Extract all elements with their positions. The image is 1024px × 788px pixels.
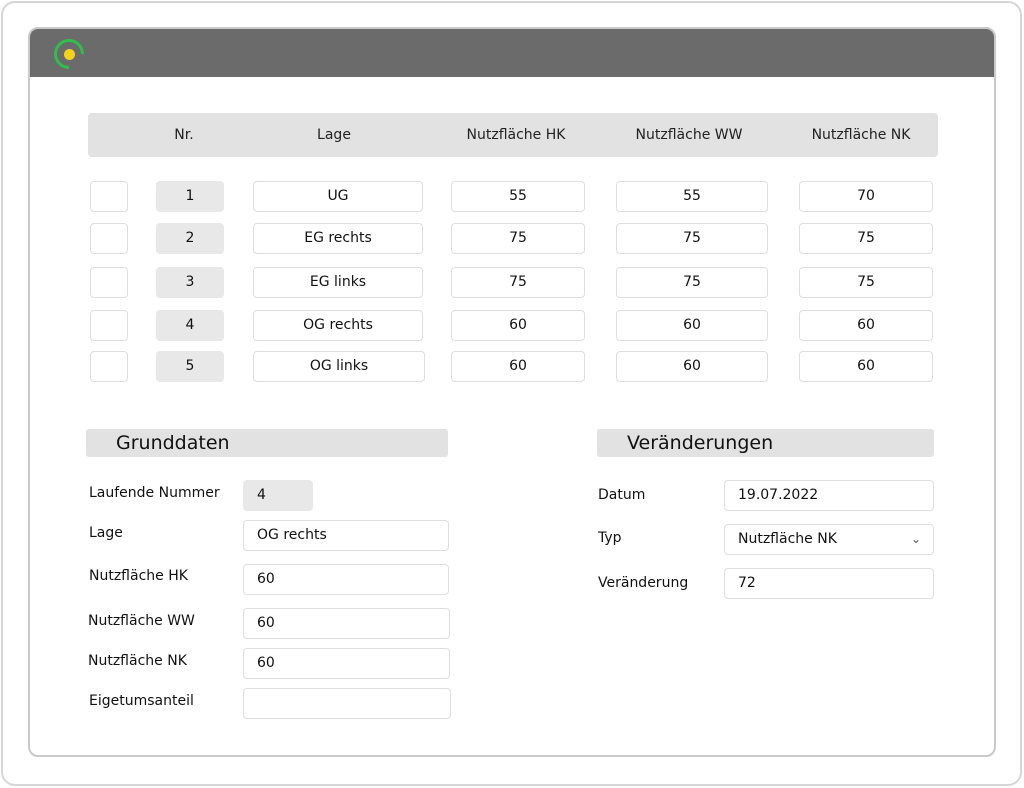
nutzflaeche-nk-field[interactable]: 60 [243, 648, 450, 679]
datum-field[interactable]: 19.07.2022 [724, 480, 934, 511]
row-nk[interactable]: 75 [799, 267, 933, 298]
row-lage[interactable]: OG links [253, 351, 425, 382]
laufende-nummer-field: 4 [243, 480, 313, 511]
column-header-select [88, 113, 128, 157]
row-select-checkbox[interactable] [90, 223, 128, 254]
veraenderung-field[interactable]: 72 [724, 568, 934, 599]
column-header-hk[interactable]: Nutzfläche HK [450, 113, 582, 157]
row-select-checkbox[interactable] [90, 267, 128, 298]
row-nr: 2 [156, 223, 224, 254]
row-hk[interactable]: 60 [451, 310, 585, 341]
nutzflaeche-nk-label: Nutzfläche NK [88, 653, 187, 669]
row-select-checkbox[interactable] [90, 351, 128, 382]
row-ww[interactable]: 75 [616, 223, 768, 254]
nutzflaeche-ww-label: Nutzfläche WW [88, 613, 195, 629]
row-ww[interactable]: 55 [616, 181, 768, 212]
eigentumsanteil-field[interactable] [243, 688, 451, 719]
eigentumsanteil-label: Eigetumsanteil [89, 693, 194, 709]
row-lage[interactable]: OG rechts [253, 310, 423, 341]
row-nk[interactable]: 75 [799, 223, 933, 254]
row-ww[interactable]: 75 [616, 267, 768, 298]
column-header-ww[interactable]: Nutzfläche WW [616, 113, 762, 157]
row-nr: 3 [156, 267, 224, 298]
datum-label: Datum [598, 487, 646, 503]
row-nr: 4 [156, 310, 224, 341]
column-header-lage[interactable]: Lage [254, 113, 414, 157]
row-lage[interactable]: UG [253, 181, 423, 212]
table-header: Nr. Lage Nutzfläche HK Nutzfläche WW Nut… [88, 113, 938, 157]
column-header-nr[interactable]: Nr. [154, 113, 214, 157]
logo-dot-icon [64, 49, 75, 60]
typ-select[interactable]: Nutzfläche NK ⌄ [724, 524, 934, 555]
row-nk[interactable]: 70 [799, 181, 933, 212]
row-nk[interactable]: 60 [799, 310, 933, 341]
nutzflaeche-hk-field[interactable]: 60 [243, 564, 449, 595]
nutzflaeche-hk-label: Nutzfläche HK [89, 568, 188, 584]
row-nk[interactable]: 60 [799, 351, 933, 382]
typ-label: Typ [598, 530, 622, 546]
row-hk[interactable]: 75 [451, 223, 585, 254]
row-lage[interactable]: EG links [253, 267, 423, 298]
veraenderungen-header: Veränderungen [597, 429, 934, 457]
row-hk[interactable]: 75 [451, 267, 585, 298]
veraenderung-label: Veränderung [598, 575, 689, 591]
titlebar [30, 29, 994, 77]
row-hk[interactable]: 55 [451, 181, 585, 212]
row-nr: 1 [156, 181, 224, 212]
app-window: Nr. Lage Nutzfläche HK Nutzfläche WW Nut… [28, 27, 996, 757]
lage-label: Lage [89, 525, 123, 541]
row-nr: 5 [156, 351, 224, 382]
row-select-checkbox[interactable] [90, 181, 128, 212]
laufende-nummer-label: Laufende Nummer [89, 485, 220, 501]
typ-select-value: Nutzfläche NK [738, 531, 837, 547]
row-ww[interactable]: 60 [616, 351, 768, 382]
chevron-down-icon[interactable]: ⌄ [911, 525, 921, 554]
grunddaten-header: Grunddaten [86, 429, 448, 457]
nutzflaeche-ww-field[interactable]: 60 [243, 608, 450, 639]
lage-field[interactable]: OG rechts [243, 520, 449, 551]
row-lage[interactable]: EG rechts [253, 223, 423, 254]
row-hk[interactable]: 60 [451, 351, 585, 382]
column-header-nk[interactable]: Nutzfläche NK [798, 113, 924, 157]
row-ww[interactable]: 60 [616, 310, 768, 341]
row-select-checkbox[interactable] [90, 310, 128, 341]
